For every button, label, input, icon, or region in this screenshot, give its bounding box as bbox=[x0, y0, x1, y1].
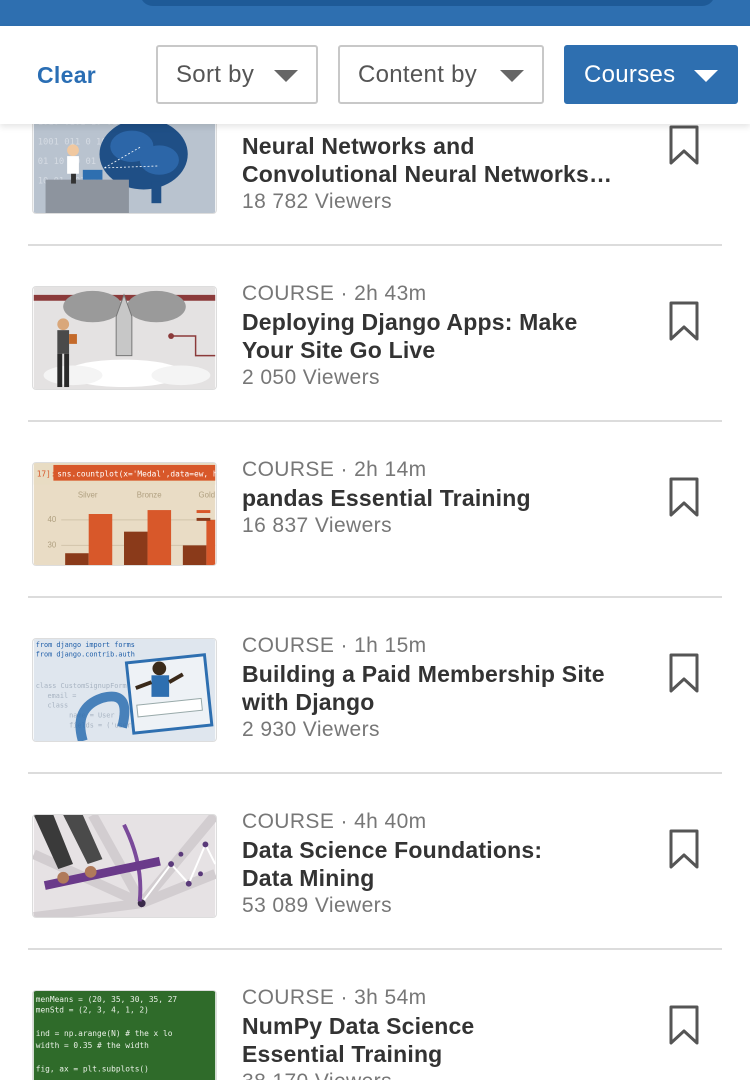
course-row[interactable]: menMeans = (20, 35, 30, 35, 27 menStd = … bbox=[0, 950, 750, 1080]
sort-by-dropdown[interactable]: Sort by bbox=[156, 45, 318, 104]
numpy-code-line: menStd = (2, 3, 4, 1, 2) bbox=[36, 1006, 149, 1015]
bookmark-icon[interactable] bbox=[668, 476, 700, 518]
course-viewers: 18 782 Viewers bbox=[242, 190, 392, 213]
course-meta: COURSE · 2h 43m Deploying Django Apps: M… bbox=[242, 280, 642, 392]
courses-label: Courses bbox=[584, 60, 676, 88]
django-code-line: from django.contrib.auth bbox=[36, 651, 135, 659]
pandas-label-silver: Silver bbox=[78, 490, 98, 499]
course-title[interactable]: Neural Networks and bbox=[242, 132, 642, 160]
course-viewers: 53 089 Viewers bbox=[242, 894, 392, 917]
caret-down-icon bbox=[274, 70, 298, 82]
pandas-label-gold: Gold bbox=[199, 490, 216, 499]
filter-bar: Clear Sort by Content by Courses bbox=[0, 26, 750, 124]
bookmark-icon[interactable] bbox=[668, 1004, 700, 1046]
course-list: 1010 0101 10 01 1001 011 0 10 01 10 10 0… bbox=[0, 124, 750, 1080]
course-row[interactable]: from django import forms from django.con… bbox=[0, 598, 750, 774]
courses-dropdown[interactable]: Courses bbox=[564, 45, 738, 104]
course-viewers: 16 837 Viewers bbox=[242, 514, 392, 537]
numpy-code-line: width = 0.35 # the width bbox=[36, 1041, 149, 1050]
course-meta: COURSE · 2h 14m pandas Essential Trainin… bbox=[242, 456, 642, 540]
neural-networks-thumbnail[interactable]: 1010 0101 10 01 1001 011 0 10 01 10 10 0… bbox=[32, 124, 217, 214]
course-viewers: 2 050 Viewers bbox=[242, 366, 380, 389]
django-code-line: email = bbox=[48, 692, 77, 700]
course-kicker: COURSE · 3h 54m bbox=[242, 986, 427, 1009]
caret-down-icon bbox=[500, 70, 524, 82]
course-title[interactable]: NumPy Data Science bbox=[242, 1012, 642, 1040]
course-kicker: COURSE · 1h 15m bbox=[242, 634, 427, 657]
course-title-line2[interactable]: Convolutional Neural Networks… bbox=[242, 160, 642, 188]
course-title[interactable]: Deploying Django Apps: Make bbox=[242, 308, 642, 336]
course-kicker bbox=[242, 124, 642, 132]
course-title[interactable]: pandas Essential Training bbox=[242, 484, 642, 512]
course-row[interactable]: sns.countplot(x='Medal',data=ew, hue= 17… bbox=[0, 422, 750, 598]
svg-text:01 10 10 01: 01 10 10 01 bbox=[38, 157, 96, 167]
course-row[interactable]: 1010 0101 10 01 1001 011 0 10 01 10 10 0… bbox=[0, 124, 750, 246]
course-row[interactable]: COURSE · 2h 43m Deploying Django Apps: M… bbox=[0, 246, 750, 422]
numpy-code-line: menMeans = (20, 35, 30, 35, 27 bbox=[36, 995, 178, 1004]
django-code-line: name = User bbox=[69, 711, 114, 719]
pandas-tick-30: 30 bbox=[48, 540, 57, 549]
course-viewers: 2 930 Viewers bbox=[242, 718, 380, 741]
django-code-line: from django import forms bbox=[36, 641, 135, 649]
course-title-line2[interactable]: Essential Training bbox=[242, 1040, 642, 1068]
course-viewers: 38 170 Viewers bbox=[242, 1068, 642, 1080]
course-title[interactable]: Data Science Foundations: bbox=[242, 836, 642, 864]
django-code-line: class bbox=[48, 702, 69, 710]
content-by-label: Content by bbox=[358, 60, 478, 88]
svg-text:1010 0101 10 01: 1010 0101 10 01 bbox=[38, 124, 118, 128]
course-kicker: COURSE · 4h 40m bbox=[242, 810, 427, 833]
course-kicker: COURSE · 2h 43m bbox=[242, 282, 427, 305]
numpy-thumbnail[interactable]: menMeans = (20, 35, 30, 35, 27 menStd = … bbox=[32, 990, 217, 1080]
top-app-bar bbox=[0, 0, 750, 26]
pandas-thumbnail[interactable]: sns.countplot(x='Medal',data=ew, hue= 17… bbox=[32, 462, 217, 566]
course-meta: COURSE · 3h 54m NumPy Data Science Essen… bbox=[242, 984, 642, 1080]
pandas-label-bronze: Bronze bbox=[137, 490, 162, 499]
pandas-tick-40: 40 bbox=[48, 515, 57, 524]
course-title-line2[interactable]: with Django bbox=[242, 688, 642, 716]
clear-button[interactable]: Clear bbox=[37, 62, 96, 89]
data-mining-thumbnail[interactable] bbox=[32, 814, 217, 918]
pandas-code-text: sns.countplot(x='Medal',data=ew, hue= bbox=[57, 470, 216, 479]
django-membership-thumbnail[interactable]: from django import forms from django.con… bbox=[32, 638, 217, 742]
sort-by-label: Sort by bbox=[176, 60, 255, 88]
course-row[interactable]: COURSE · 4h 40m Data Science Foundations… bbox=[0, 774, 750, 950]
bookmark-icon[interactable] bbox=[668, 652, 700, 694]
bookmark-icon[interactable] bbox=[668, 828, 700, 870]
course-meta: COURSE · 4h 40m Data Science Foundations… bbox=[242, 808, 642, 920]
bookmark-icon[interactable] bbox=[668, 124, 700, 166]
bookmark-icon[interactable] bbox=[668, 300, 700, 342]
numpy-code-line: ind = np.arange(N) # the x lo bbox=[36, 1029, 173, 1038]
svg-text:17]:: 17]: bbox=[37, 470, 56, 479]
caret-down-icon bbox=[694, 70, 718, 82]
content-by-dropdown[interactable]: Content by bbox=[338, 45, 544, 104]
course-meta: Neural Networks and Convolutional Neural… bbox=[242, 124, 642, 216]
course-title-line2[interactable]: Your Site Go Live bbox=[242, 336, 642, 364]
search-bar[interactable] bbox=[140, 0, 715, 6]
django-code-line: class CustomSignupForm bbox=[36, 682, 127, 690]
course-title[interactable]: Building a Paid Membership Site bbox=[242, 660, 642, 688]
course-meta: COURSE · 1h 15m Building a Paid Membersh… bbox=[242, 632, 642, 744]
course-kicker: COURSE · 2h 14m bbox=[242, 458, 427, 481]
course-title-line2[interactable]: Data Mining bbox=[242, 864, 642, 892]
numpy-code-line: fig, ax = plt.subplots() bbox=[36, 1064, 149, 1073]
django-deploy-thumbnail[interactable] bbox=[32, 286, 217, 390]
